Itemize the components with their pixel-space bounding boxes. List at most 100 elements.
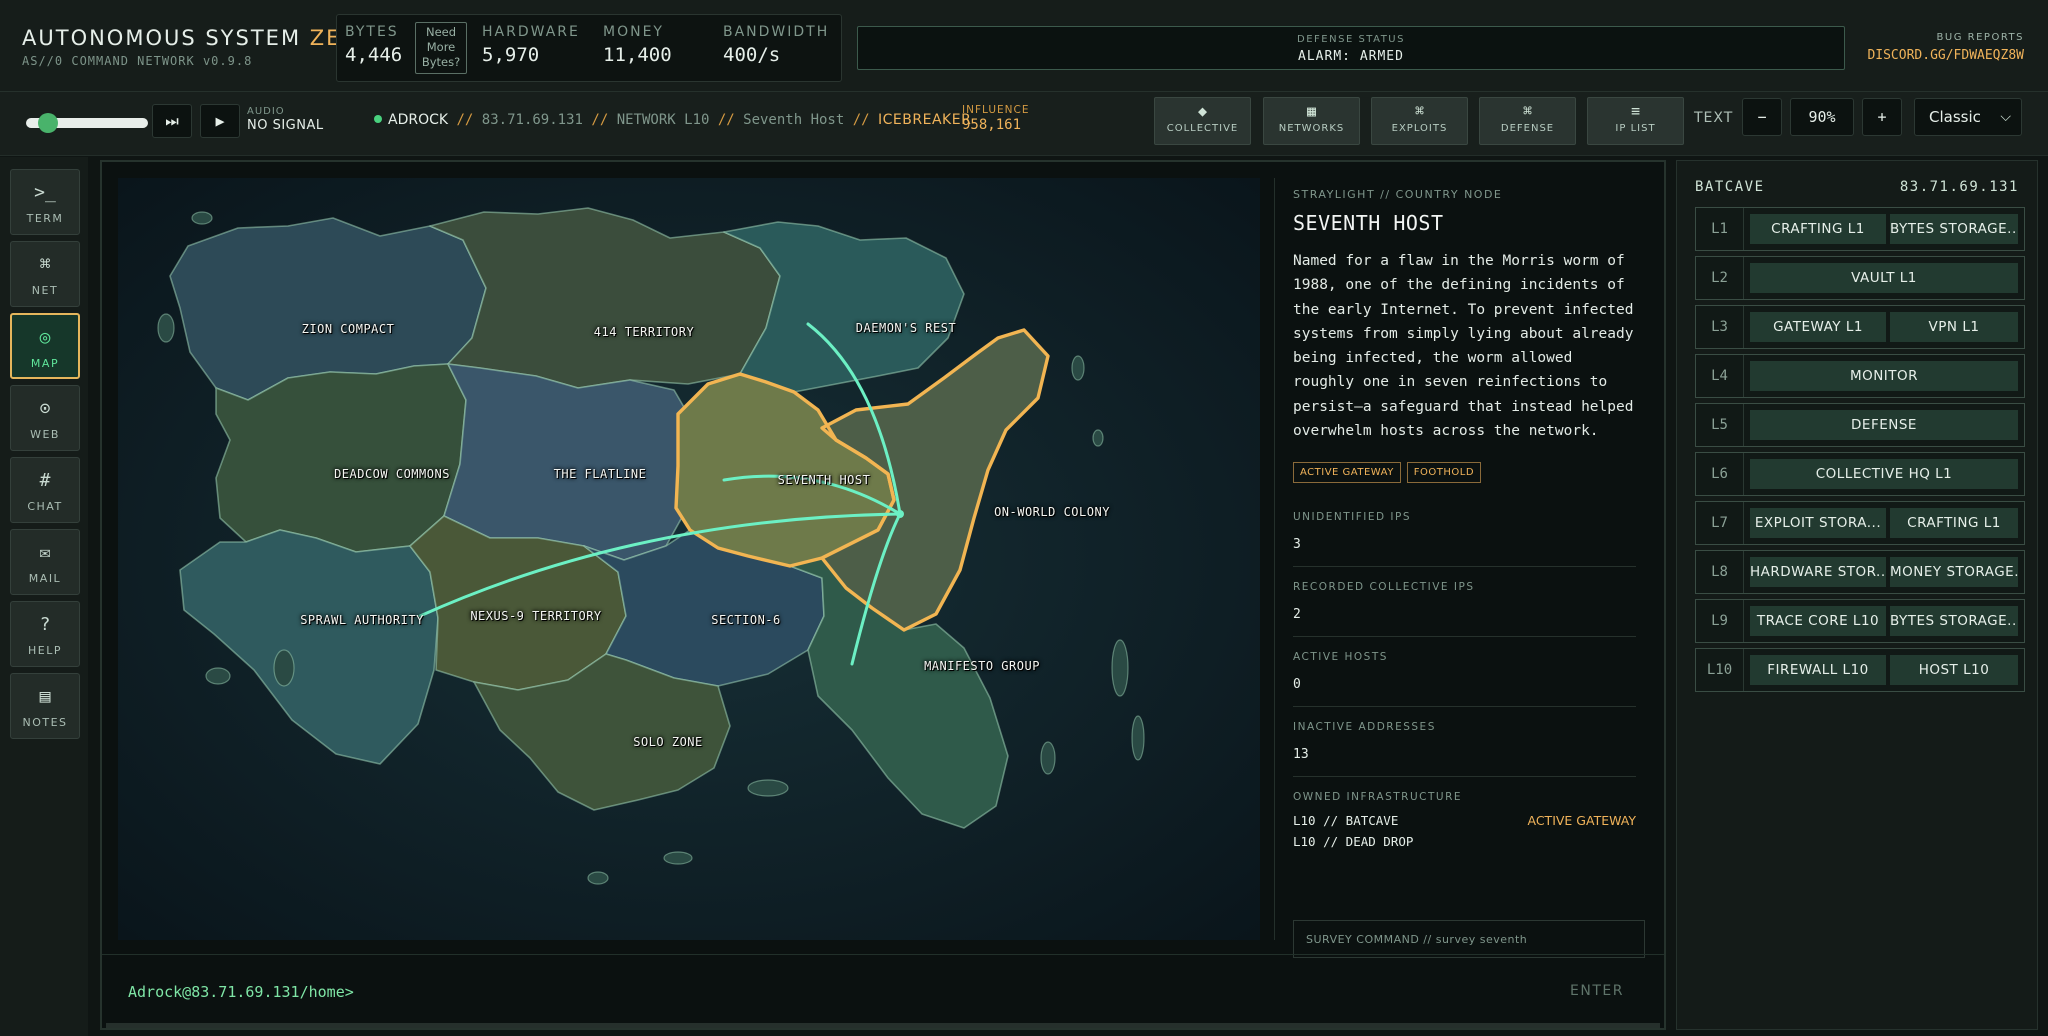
- left-sidebar: >_ TERM ⌘ NET ◎ MAP ⊙ WEB # CHAT ✉ MAIL …: [0, 157, 88, 1036]
- sidebar-item-map[interactable]: ◎ MAP: [10, 313, 80, 379]
- island: [205, 667, 231, 685]
- module-slot[interactable]: VPN L1: [1890, 312, 2018, 342]
- hardware-stat: HARDWARE 5,970: [482, 24, 580, 66]
- module-slot[interactable]: MONITOR: [1750, 361, 2018, 391]
- bug-reports: BUG REPORTS DISCORD.GG/FDWAEQZ8W: [1867, 32, 2024, 63]
- island: [191, 211, 213, 225]
- map-label-sprawl-authority[interactable]: SPRAWL AUTHORITY: [300, 613, 424, 627]
- module-slot[interactable]: BYTES STORAGE...: [1890, 214, 2018, 244]
- app-version: v0.9.8: [202, 54, 253, 68]
- online-indicator-icon: [374, 115, 382, 123]
- horizontal-scrollbar[interactable]: [106, 1023, 1660, 1028]
- module-slot[interactable]: MONEY STORAGE...: [1890, 557, 2018, 587]
- collective-button[interactable]: ◆ COLLECTIVE: [1154, 97, 1251, 145]
- play-icon: ▶: [215, 112, 225, 130]
- command-key-icon: ⌘: [1414, 102, 1425, 120]
- breadcrumb-tool: ICEBREAKER: [878, 112, 972, 128]
- toolbar: ⏭ ▶ AUDIO NO SIGNAL ADROCK // 83.71.69.1…: [0, 92, 2048, 156]
- map-label-seventh-host[interactable]: SEVENTH HOST: [778, 473, 871, 487]
- enter-button[interactable]: ENTER: [1570, 983, 1624, 999]
- map-label-solo-zone[interactable]: SOLO ZONE: [633, 735, 703, 749]
- map-label-section-6[interactable]: SECTION-6: [711, 613, 781, 627]
- owned-item[interactable]: L10 // BATCAVE ACTIVE GATEWAY: [1293, 813, 1636, 828]
- need-more-bytes-button[interactable]: Need More Bytes?: [415, 22, 467, 74]
- map-label-the-flatline[interactable]: THE FLATLINE: [554, 467, 647, 481]
- module-slot[interactable]: CRAFTING L1: [1750, 214, 1886, 244]
- map-label-414-territory[interactable]: 414 TERRITORY: [594, 325, 694, 339]
- status-badge: ACTIVE GATEWAY: [1293, 462, 1401, 484]
- defense-status: DEFENSE STATUS ALARM: ARMED: [857, 26, 1845, 70]
- map-label-manifesto-group[interactable]: MANIFESTO GROUP: [924, 659, 1040, 673]
- sidebar-item-notes[interactable]: ▤ NOTES: [10, 673, 80, 739]
- module-slot[interactable]: BYTES STORAGE...: [1890, 606, 2018, 636]
- level-row-l3: L3 GATEWAY L1 VPN L1: [1695, 305, 2025, 349]
- question-icon: ?: [39, 614, 51, 635]
- text-size-label: TEXT: [1694, 110, 1734, 126]
- sidebar-item-net[interactable]: ⌘ NET: [10, 241, 80, 307]
- module-slot[interactable]: HOST L10: [1890, 655, 2018, 685]
- island: [1071, 355, 1085, 381]
- island: [663, 851, 693, 865]
- module-slot[interactable]: TRACE CORE L10: [1750, 606, 1886, 636]
- stat-active-hosts: ACTIVE HOSTS 0: [1293, 637, 1636, 708]
- globe-icon: ⊙: [39, 398, 51, 419]
- module-slot[interactable]: GATEWAY L1: [1750, 312, 1886, 342]
- survey-command-input[interactable]: SURVEY COMMAND // survey seventh: [1293, 920, 1645, 958]
- map-label-zion-compact[interactable]: ZION COMPACT: [302, 322, 395, 336]
- main-panel: ZION COMPACT 414 TERRITORY DAEMON'S REST…: [100, 160, 1666, 1030]
- command-prompt: Adrock@83.71.69.131/home>: [128, 983, 354, 1001]
- module-slot[interactable]: COLLECTIVE HQ L1: [1750, 459, 2018, 489]
- skip-forward-icon: ⏭: [165, 112, 179, 130]
- networks-button[interactable]: ▦ NETWORKS: [1263, 97, 1360, 145]
- region-the-flatline[interactable]: [443, 363, 689, 561]
- region-414-territory[interactable]: [429, 207, 781, 389]
- map-label-daemons-rest[interactable]: DAEMON'S REST: [856, 321, 956, 335]
- map-label-nexus-9-territory[interactable]: NEXUS-9 TERRITORY: [470, 609, 601, 623]
- region-title: SEVENTH HOST: [1293, 211, 1444, 235]
- theme-select[interactable]: Classic ⌵: [1914, 98, 2022, 136]
- level-row-l1: L1 CRAFTING L1 BYTES STORAGE...: [1695, 207, 2025, 251]
- grid-icon: ▦: [1306, 102, 1317, 120]
- audio-status: AUDIO NO SIGNAL: [247, 106, 324, 133]
- owned-item[interactable]: L10 // DEAD DROP: [1293, 834, 1636, 849]
- island: [1040, 741, 1056, 775]
- defense-button[interactable]: ⌘ DEFENSE: [1479, 97, 1576, 145]
- level-row-l8: L8 HARDWARE STOR... MONEY STORAGE...: [1695, 550, 2025, 594]
- region-description: Named for a flaw in the Morris worm of 1…: [1293, 253, 1634, 440]
- world-map[interactable]: ZION COMPACT 414 TERRITORY DAEMON'S REST…: [118, 178, 1260, 940]
- volume-slider-handle[interactable]: [38, 113, 58, 133]
- text-size-decrease-button[interactable]: −: [1742, 98, 1782, 136]
- module-slot[interactable]: FIREWALL L10: [1750, 655, 1886, 685]
- ip-list-button[interactable]: ≡ IP LIST: [1587, 97, 1684, 145]
- target-icon: ◎: [39, 327, 51, 348]
- map-label-on-world-colony[interactable]: ON-WORLD COLONY: [994, 505, 1110, 519]
- module-slot[interactable]: DEFENSE: [1750, 410, 2018, 440]
- breadcrumb-network: NETWORK L10: [616, 112, 710, 128]
- level-row-l6: L6 COLLECTIVE HQ L1: [1695, 452, 2025, 496]
- text-size-increase-button[interactable]: +: [1862, 98, 1902, 136]
- sidebar-item-web[interactable]: ⊙ WEB: [10, 385, 80, 451]
- module-slot[interactable]: CRAFTING L1: [1890, 508, 2018, 538]
- volume-slider[interactable]: [26, 113, 148, 133]
- command-line[interactable]: Adrock@83.71.69.131/home> ENTER: [102, 954, 1664, 1030]
- sidebar-item-term[interactable]: >_ TERM: [10, 169, 80, 235]
- sidebar-item-mail[interactable]: ✉ MAIL: [10, 529, 80, 595]
- map-label-deadcow-commons[interactable]: DEADCOW COMMONS: [334, 467, 450, 481]
- region-info-panel: STRAYLIGHT // COUNTRY NODE SEVENTH HOST …: [1274, 178, 1654, 958]
- bug-reports-link[interactable]: DISCORD.GG/FDWAEQZ8W: [1867, 48, 2024, 63]
- island: [1131, 715, 1145, 761]
- module-slot[interactable]: EXPLOIT STORA...: [1750, 508, 1886, 538]
- app-subtitle: AS//0 COMMAND NETWORK v0.9.8: [22, 54, 253, 68]
- sidebar-item-help[interactable]: ? HELP: [10, 601, 80, 667]
- top-header: AUTONOMOUS SYSTEM ZERO AS//0 COMMAND NET…: [0, 0, 2048, 92]
- skip-track-button[interactable]: ⏭: [152, 104, 192, 138]
- sidebar-item-chat[interactable]: # CHAT: [10, 457, 80, 523]
- breadcrumb: ADROCK // 83.71.69.131 // NETWORK L10 //…: [374, 112, 971, 128]
- exploits-button[interactable]: ⌘ EXPLOITS: [1371, 97, 1468, 145]
- stat-recorded-collective-ips: RECORDED COLLECTIVE IPS 2: [1293, 567, 1636, 638]
- host-panel: BATCAVE 83.71.69.131 L1 CRAFTING L1 BYTE…: [1676, 160, 2038, 1030]
- play-button[interactable]: ▶: [200, 104, 240, 138]
- module-slot[interactable]: VAULT L1: [1750, 263, 2018, 293]
- stat-unidentified-ips: UNIDENTIFIED IPS 3: [1293, 497, 1636, 568]
- module-slot[interactable]: HARDWARE STOR...: [1750, 557, 1886, 587]
